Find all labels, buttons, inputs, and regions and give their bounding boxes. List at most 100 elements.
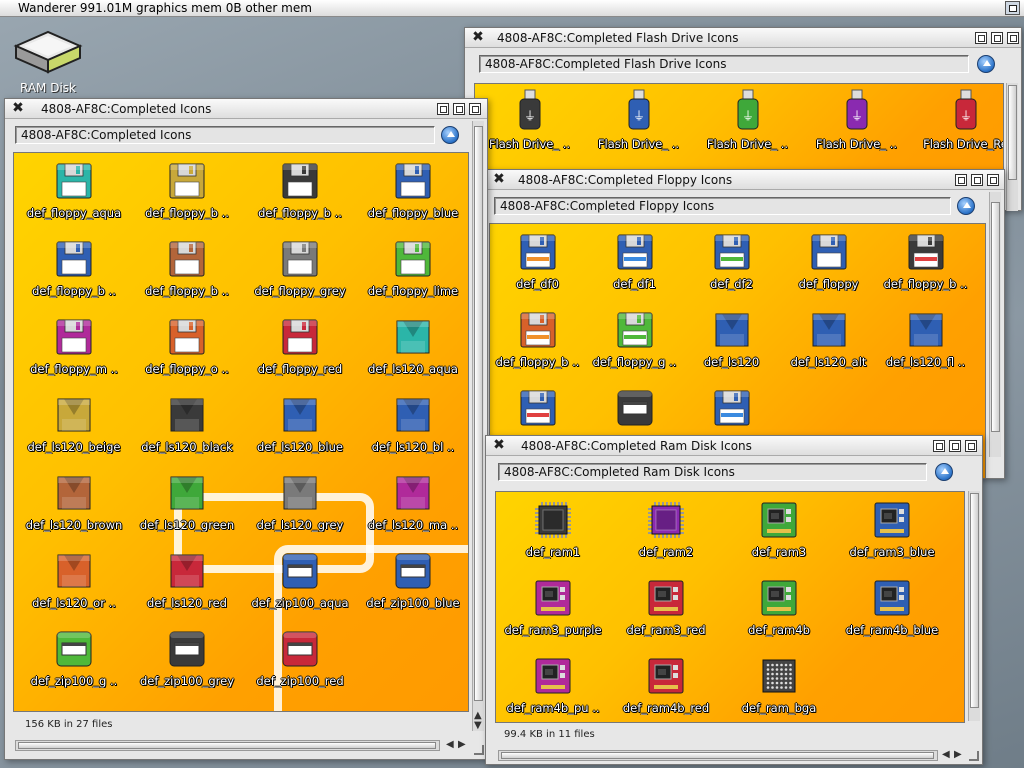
file-icon[interactable]: def_ram3_blue (837, 500, 947, 559)
path-field[interactable]: 4808-AF8C:Completed Flash Drive Icons (479, 55, 969, 73)
file-icon[interactable]: def_floppy_blue (358, 161, 468, 220)
depth-icon[interactable] (965, 440, 977, 452)
file-icon[interactable]: def_ls120_fl .. (878, 310, 973, 369)
close-icon[interactable]: ✖ (492, 172, 506, 186)
file-icon[interactable]: def_ls120 (684, 310, 779, 369)
desktop-ramdisk-icon[interactable]: RAM Disk (8, 24, 88, 95)
iconify-icon[interactable] (955, 174, 967, 186)
file-icon[interactable]: def_ls120_ma .. (358, 473, 468, 532)
file-icon[interactable]: def_floppy_lime (358, 239, 468, 298)
file-icon[interactable]: def_ram4b_pu .. (498, 656, 608, 715)
scroll-right-arrow[interactable]: ▶ (458, 740, 466, 750)
go-button[interactable] (977, 55, 995, 73)
file-icon[interactable]: def_floppy (781, 232, 876, 291)
file-icon[interactable]: def_floppy_b .. (132, 161, 242, 220)
file-icon[interactable]: ⏚ Flash Drive_ .. (804, 88, 909, 151)
file-icon[interactable]: def_ls120_brown (19, 473, 129, 532)
vertical-scrollbar[interactable] (968, 491, 980, 721)
zoom-icon[interactable] (971, 174, 983, 186)
file-icon[interactable]: def_df2 (684, 232, 779, 291)
file-icon[interactable]: def_zip100_g .. (19, 629, 129, 688)
file-icon[interactable]: def_df0 (490, 232, 585, 291)
vertical-scrollbar[interactable] (989, 192, 1001, 457)
file-icon[interactable]: def_floppy_b .. (132, 239, 242, 298)
file-icon[interactable]: def_ram_bga (724, 656, 834, 715)
close-icon[interactable]: ✖ (11, 101, 25, 115)
file-icon[interactable]: def_ls120_green (132, 473, 242, 532)
file-icon[interactable]: def_ls120_beige (19, 395, 129, 454)
iconify-icon[interactable] (975, 32, 987, 44)
file-icon[interactable]: def_ram1 (498, 500, 608, 559)
window-title-bar[interactable]: ✖ 4808-AF8C:Completed Ram Disk Icons (486, 436, 982, 456)
file-icon[interactable]: def_zip100_red (245, 629, 355, 688)
file-icon[interactable]: def_floppy_aqua (19, 161, 129, 220)
screen-depth-icon[interactable] (1005, 1, 1020, 15)
resize-handle[interactable] (968, 750, 980, 762)
file-icon[interactable]: def_ls120_blue (245, 395, 355, 454)
zoom-icon[interactable] (453, 103, 465, 115)
file-icon[interactable]: def_ram2 (611, 500, 721, 559)
file-icon[interactable]: def_ls120_red (132, 551, 242, 610)
file-icon[interactable]: def_floppy_red (245, 317, 355, 376)
go-button[interactable] (935, 463, 953, 481)
file-icon[interactable]: def_ram3_purple (498, 578, 608, 637)
file-icon[interactable] (490, 388, 585, 433)
file-icon[interactable]: def_ram3 (724, 500, 834, 559)
file-icon[interactable]: def_floppy_b .. (878, 232, 973, 291)
path-field[interactable]: 4808-AF8C:Completed Icons (15, 126, 435, 144)
horizontal-scrollbar[interactable] (15, 740, 440, 751)
file-icon[interactable]: def_zip100_aqua (245, 551, 355, 610)
vertical-scrollbar[interactable]: ▲ ▼ (472, 121, 484, 731)
file-icon[interactable]: ⏚ Flash Drive_ .. (477, 88, 582, 151)
iconify-icon[interactable] (437, 103, 449, 115)
file-icon[interactable]: def_zip100_grey (132, 629, 242, 688)
depth-icon[interactable] (987, 174, 999, 186)
go-button[interactable] (441, 126, 459, 144)
file-icon[interactable]: def_ls120_black (132, 395, 242, 454)
vertical-scrollbar[interactable] (1006, 83, 1018, 211)
file-icon[interactable]: def_floppy_o .. (132, 317, 242, 376)
close-icon[interactable]: ✖ (492, 438, 506, 452)
path-field[interactable]: 4808-AF8C:Completed Ram Disk Icons (498, 463, 927, 481)
scroll-left-arrow[interactable]: ◀ (942, 750, 950, 760)
file-icon[interactable]: def_ram4b_blue (837, 578, 947, 637)
depth-icon[interactable] (469, 103, 481, 115)
file-icon[interactable]: def_floppy_b .. (245, 161, 355, 220)
go-button[interactable] (957, 197, 975, 215)
file-icon[interactable]: def_ls120_or .. (19, 551, 129, 610)
iconify-icon[interactable] (933, 440, 945, 452)
file-icon[interactable]: def_zip100_blue (358, 551, 468, 610)
file-icon[interactable]: ⏚ Flash Drive_ .. (695, 88, 800, 151)
file-icon[interactable]: def_floppy_g .. (587, 310, 682, 369)
file-icon[interactable]: def_ls120_aqua (358, 317, 468, 376)
icon-view[interactable]: def_floppy_aqua def_floppy_b .. def_flop… (13, 152, 469, 712)
file-icon[interactable] (684, 388, 779, 433)
window-title-bar[interactable]: ✖ 4808-AF8C:Completed Icons (5, 99, 487, 119)
file-icon[interactable]: def_ls120_bl .. (358, 395, 468, 454)
scroll-left-arrow[interactable]: ◀ (446, 740, 454, 750)
window-title-bar[interactable]: ✖ 4808-AF8C:Completed Floppy Icons (486, 170, 1004, 190)
file-icon[interactable]: def_ls120_grey (245, 473, 355, 532)
close-icon[interactable]: ✖ (471, 30, 485, 44)
file-icon[interactable]: def_floppy_b .. (490, 310, 585, 369)
file-icon[interactable]: def_ls120_alt (781, 310, 876, 369)
file-icon[interactable]: def_ram4b (724, 578, 834, 637)
window-title-bar[interactable]: ✖ 4808-AF8C:Completed Flash Drive Icons (465, 28, 1021, 48)
icon-view[interactable]: def_ram1 def_ram2 def_ram3 def_ram3_blue… (495, 491, 965, 723)
file-icon[interactable]: def_floppy_grey (245, 239, 355, 298)
file-icon[interactable]: ⏚ Flash Drive_Re (913, 88, 1003, 151)
file-icon[interactable]: def_floppy_b .. (19, 239, 129, 298)
scroll-right-arrow[interactable]: ▶ (954, 750, 962, 760)
file-icon[interactable]: def_floppy_m .. (19, 317, 129, 376)
zoom-icon[interactable] (991, 32, 1003, 44)
file-icon[interactable]: def_ram3_red (611, 578, 721, 637)
file-icon[interactable] (587, 388, 682, 433)
file-icon[interactable]: def_ram4b_red (611, 656, 721, 715)
file-icon[interactable]: def_df1 (587, 232, 682, 291)
horizontal-scrollbar[interactable] (498, 750, 938, 761)
zoom-icon[interactable] (949, 440, 961, 452)
path-field[interactable]: 4808-AF8C:Completed Floppy Icons (494, 197, 951, 215)
resize-handle[interactable] (473, 744, 485, 756)
depth-icon[interactable] (1007, 32, 1019, 44)
file-icon[interactable]: ⏚ Flash Drive_ .. (586, 88, 691, 151)
